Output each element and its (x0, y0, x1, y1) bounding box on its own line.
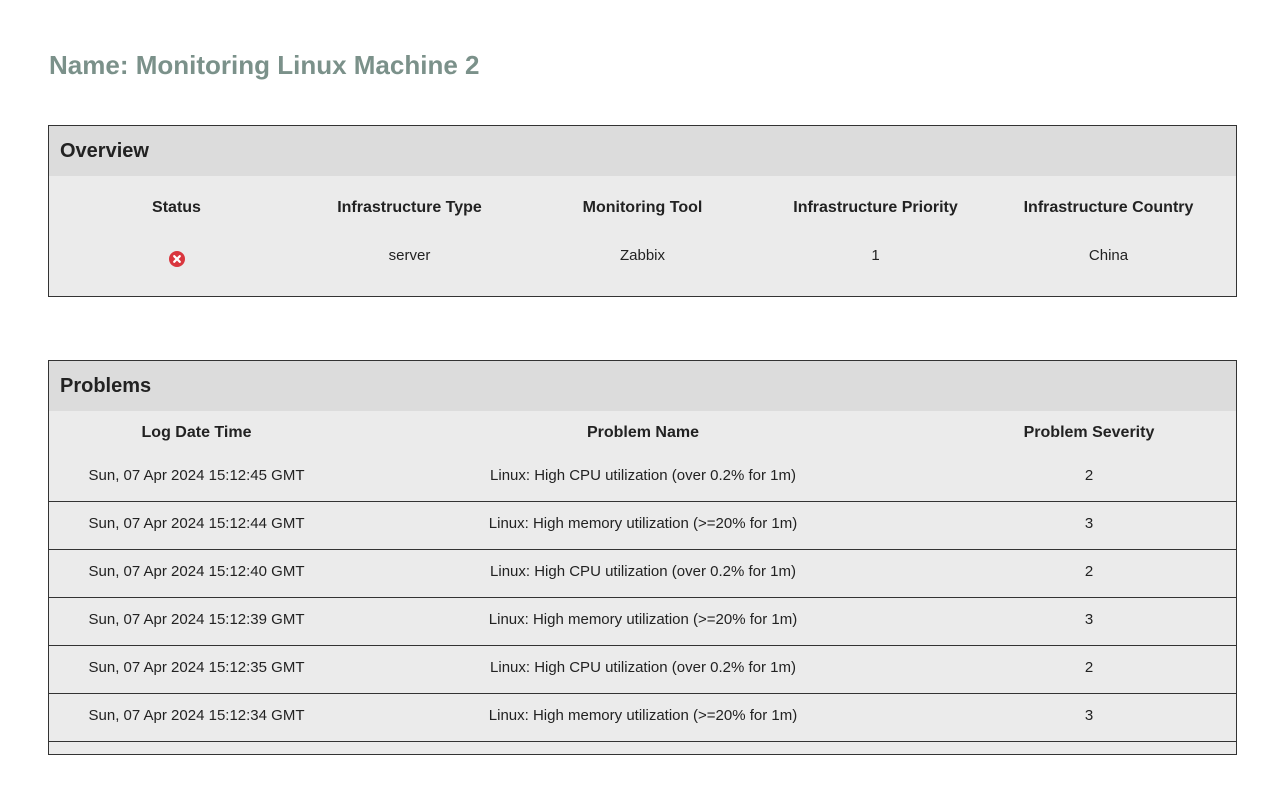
overview-heading: Overview (49, 126, 1236, 176)
problem-severity-cell: 3 (1084, 515, 1094, 532)
log-date-time-cell: Sun, 07 Apr 2024 15:12:34 GMT (88, 707, 305, 724)
infrastructure-type-value: server (388, 247, 431, 264)
problem-name-cell: Linux: High CPU utilization (over 0.2% f… (490, 659, 796, 676)
problem-severity-cell: 2 (1084, 563, 1094, 580)
col-header-log-date-time: Log Date Time (141, 424, 252, 441)
problem-name-cell: Linux: High memory utilization (>=20% fo… (488, 611, 798, 628)
problem-name-cell: Linux: High CPU utilization (over 0.2% f… (490, 467, 796, 484)
problem-name-cell: Linux: High memory utilization (>=20% fo… (488, 515, 798, 532)
col-header-problem-severity: Problem Severity (1023, 424, 1155, 441)
monitoring-tool-value: Zabbix (619, 247, 666, 264)
problems-header-row: Log Date Time Problem Name Problem Sever… (49, 411, 1236, 454)
col-header-infrastructure-type: Infrastructure Type (337, 199, 482, 216)
error-x-circle-icon (168, 247, 185, 268)
problem-severity-cell: 3 (1084, 707, 1094, 724)
problems-heading: Problems (49, 361, 1236, 411)
problem-name-cell: Linux: High CPU utilization (over 0.2% f… (490, 563, 796, 580)
table-row: Sun, 07 Apr 2024 15:12:45 GMT Linux: Hig… (49, 454, 1236, 502)
col-header-problem-name: Problem Name (586, 424, 700, 441)
problem-severity-cell: 3 (1084, 611, 1094, 628)
col-header-infrastructure-priority: Infrastructure Priority (793, 199, 958, 216)
log-date-time-cell: Sun, 07 Apr 2024 15:12:40 GMT (88, 563, 305, 580)
problems-panel: Problems Log Date Time Problem Name Prob… (48, 360, 1237, 755)
col-header-infrastructure-country: Infrastructure Country (1023, 199, 1194, 216)
col-header-status: Status (152, 199, 201, 216)
problem-severity-cell: 2 (1084, 467, 1094, 484)
problem-severity-cell: 2 (1084, 659, 1094, 676)
log-date-time-cell: Sun, 07 Apr 2024 15:12:45 GMT (88, 467, 305, 484)
overview-panel: Overview Status Infrastructure Type Moni… (48, 125, 1237, 297)
problem-name-cell: Linux: High memory utilization (>=20% fo… (488, 707, 798, 724)
infrastructure-country-value: China (1088, 247, 1129, 264)
table-row: Sun, 07 Apr 2024 15:12:39 GMT Linux: Hig… (49, 598, 1236, 646)
page-title: Name: Monitoring Linux Machine 2 (49, 50, 480, 80)
table-row: Sun, 07 Apr 2024 15:12:35 GMT Linux: Hig… (49, 646, 1236, 694)
col-header-monitoring-tool: Monitoring Tool (582, 199, 703, 216)
log-date-time-cell: Sun, 07 Apr 2024 15:12:35 GMT (88, 659, 305, 676)
infrastructure-priority-value: 1 (871, 247, 880, 264)
log-date-time-cell: Sun, 07 Apr 2024 15:12:44 GMT (88, 515, 305, 532)
page: Name: Monitoring Linux Machine 2 Overvie… (0, 0, 1280, 785)
overview-table: Status Infrastructure Type Monitoring To… (49, 176, 1236, 272)
table-row: Sun, 07 Apr 2024 15:12:34 GMT Linux: Hig… (49, 694, 1236, 742)
status-cell (60, 240, 293, 272)
table-row: Sun, 07 Apr 2024 15:12:40 GMT Linux: Hig… (49, 550, 1236, 598)
table-row: Sun, 07 Apr 2024 15:12:44 GMT Linux: Hig… (49, 502, 1236, 550)
log-date-time-cell: Sun, 07 Apr 2024 15:12:39 GMT (88, 611, 305, 628)
